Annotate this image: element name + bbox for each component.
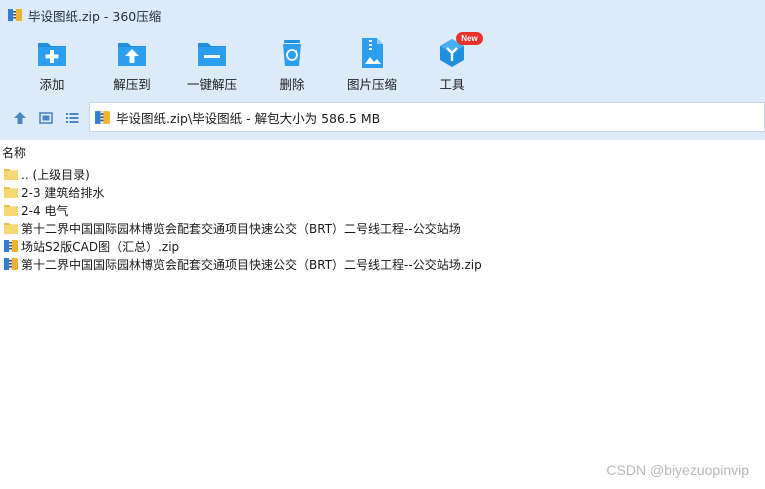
- column-header-name[interactable]: 名称: [0, 144, 765, 162]
- folder-icon: [4, 187, 18, 198]
- list-item-name: .. (上级目录): [21, 167, 90, 182]
- window-title: 毕设图纸.zip - 360压缩: [28, 8, 162, 24]
- image-compress-label: 图片压缩: [346, 77, 397, 92]
- app-window: 毕设图纸.zip - 360压缩 添加 解压到 一键解压 删除 图片压缩 New…: [0, 0, 765, 489]
- list-item[interactable]: 场站S2版CAD图（汇总）.zip: [0, 237, 765, 255]
- list-item[interactable]: 第十二界中国国际园林博览会配套交通项目快速公交（BRT）二号线工程--公交站场: [0, 219, 765, 237]
- folder-icon: [4, 205, 18, 216]
- extract-to-button[interactable]: 解压到: [92, 36, 172, 94]
- zip-archive-icon: [4, 258, 18, 270]
- list-item-name: 场站S2版CAD图（汇总）.zip: [21, 239, 180, 254]
- tools-icon-wrap: New: [435, 32, 483, 70]
- navigation-bar: 毕设图纸.zip\毕设图纸 - 解包大小为 586.5 MB: [0, 98, 765, 140]
- list-item[interactable]: 第十二界中国国际园林博览会配套交通项目快速公交（BRT）二号线工程--公交站场.…: [0, 255, 765, 273]
- image-compress-button[interactable]: 图片压缩: [332, 36, 412, 94]
- extract-to-label: 解压到: [113, 77, 151, 92]
- new-badge: New: [456, 32, 483, 45]
- add-button[interactable]: 添加: [12, 36, 92, 94]
- image-compress-icon: [362, 38, 383, 68]
- tools-button[interactable]: New 工具: [412, 32, 492, 94]
- folder-icon: [4, 169, 18, 180]
- archive-app-icon: [8, 9, 22, 21]
- one-click-extract-button[interactable]: 一键解压: [172, 36, 252, 94]
- watermark: CSDN @biyezuopinvip: [606, 462, 749, 478]
- list-item[interactable]: 2-3 建筑给排水: [0, 183, 765, 201]
- list-item[interactable]: 2-4 电气: [0, 201, 765, 219]
- tools-label: 工具: [439, 77, 465, 92]
- delete-recycle-icon: [283, 40, 301, 66]
- add-file-icon: [38, 43, 66, 66]
- list-item[interactable]: .. (上级目录): [0, 165, 765, 183]
- folder-icon: [4, 223, 18, 234]
- list-item-name: 第十二界中国国际园林博览会配套交通项目快速公交（BRT）二号线工程--公交站场: [21, 221, 461, 236]
- one-click-extract-icon: [198, 43, 226, 66]
- address-bar[interactable]: 毕设图纸.zip\毕设图纸 - 解包大小为 586.5 MB: [89, 102, 765, 132]
- address-path: 毕设图纸.zip\毕设图纸 - 解包大小为 586.5 MB: [116, 110, 381, 126]
- file-list: .. (上级目录) 2-3 建筑给排水 2-4 电气 第十二界中国国际园林博览会…: [0, 165, 765, 273]
- thumbnail-view-icon[interactable]: [38, 110, 54, 126]
- title-bar: 毕设图纸.zip - 360压缩: [0, 0, 765, 30]
- add-label: 添加: [39, 77, 65, 92]
- archive-icon: [95, 110, 110, 124]
- list-item-name: 2-3 建筑给排水: [21, 185, 105, 200]
- toolbar: 添加 解压到 一键解压 删除 图片压缩 New 工具: [0, 30, 765, 98]
- one-click-extract-label: 一键解压: [186, 77, 237, 92]
- extract-to-icon: [118, 43, 146, 66]
- list-item-name: 2-4 电气: [21, 203, 69, 218]
- up-arrow-icon[interactable]: [12, 110, 28, 126]
- list-view-icon[interactable]: [64, 110, 80, 126]
- delete-button[interactable]: 删除: [252, 36, 332, 94]
- zip-archive-icon: [4, 240, 18, 252]
- delete-label: 删除: [279, 77, 305, 92]
- list-item-name: 第十二界中国国际园林博览会配套交通项目快速公交（BRT）二号线工程--公交站场.…: [21, 257, 482, 272]
